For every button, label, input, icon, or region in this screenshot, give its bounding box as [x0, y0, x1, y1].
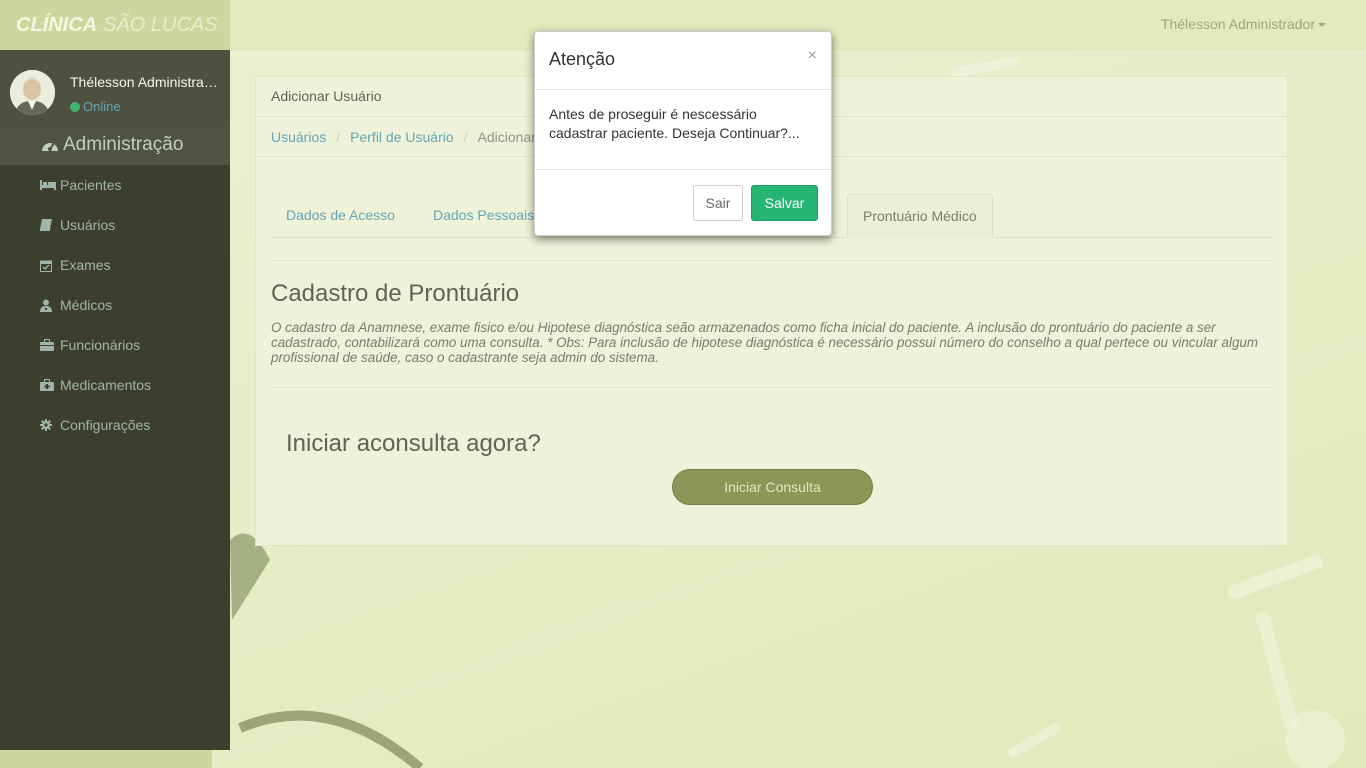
close-icon[interactable]: ×: [808, 47, 817, 65]
salvar-button[interactable]: Salvar: [751, 185, 818, 221]
modal-title: Atenção: [549, 49, 616, 69]
modal-footer: Sair Salvar: [535, 170, 831, 236]
attention-modal: Atenção × Antes de proseguir é nescessár…: [534, 31, 832, 236]
modal-body: Antes de proseguir é nescessário cadastr…: [535, 90, 831, 170]
modal-header: Atenção ×: [535, 32, 831, 90]
sair-button[interactable]: Sair: [693, 185, 743, 221]
